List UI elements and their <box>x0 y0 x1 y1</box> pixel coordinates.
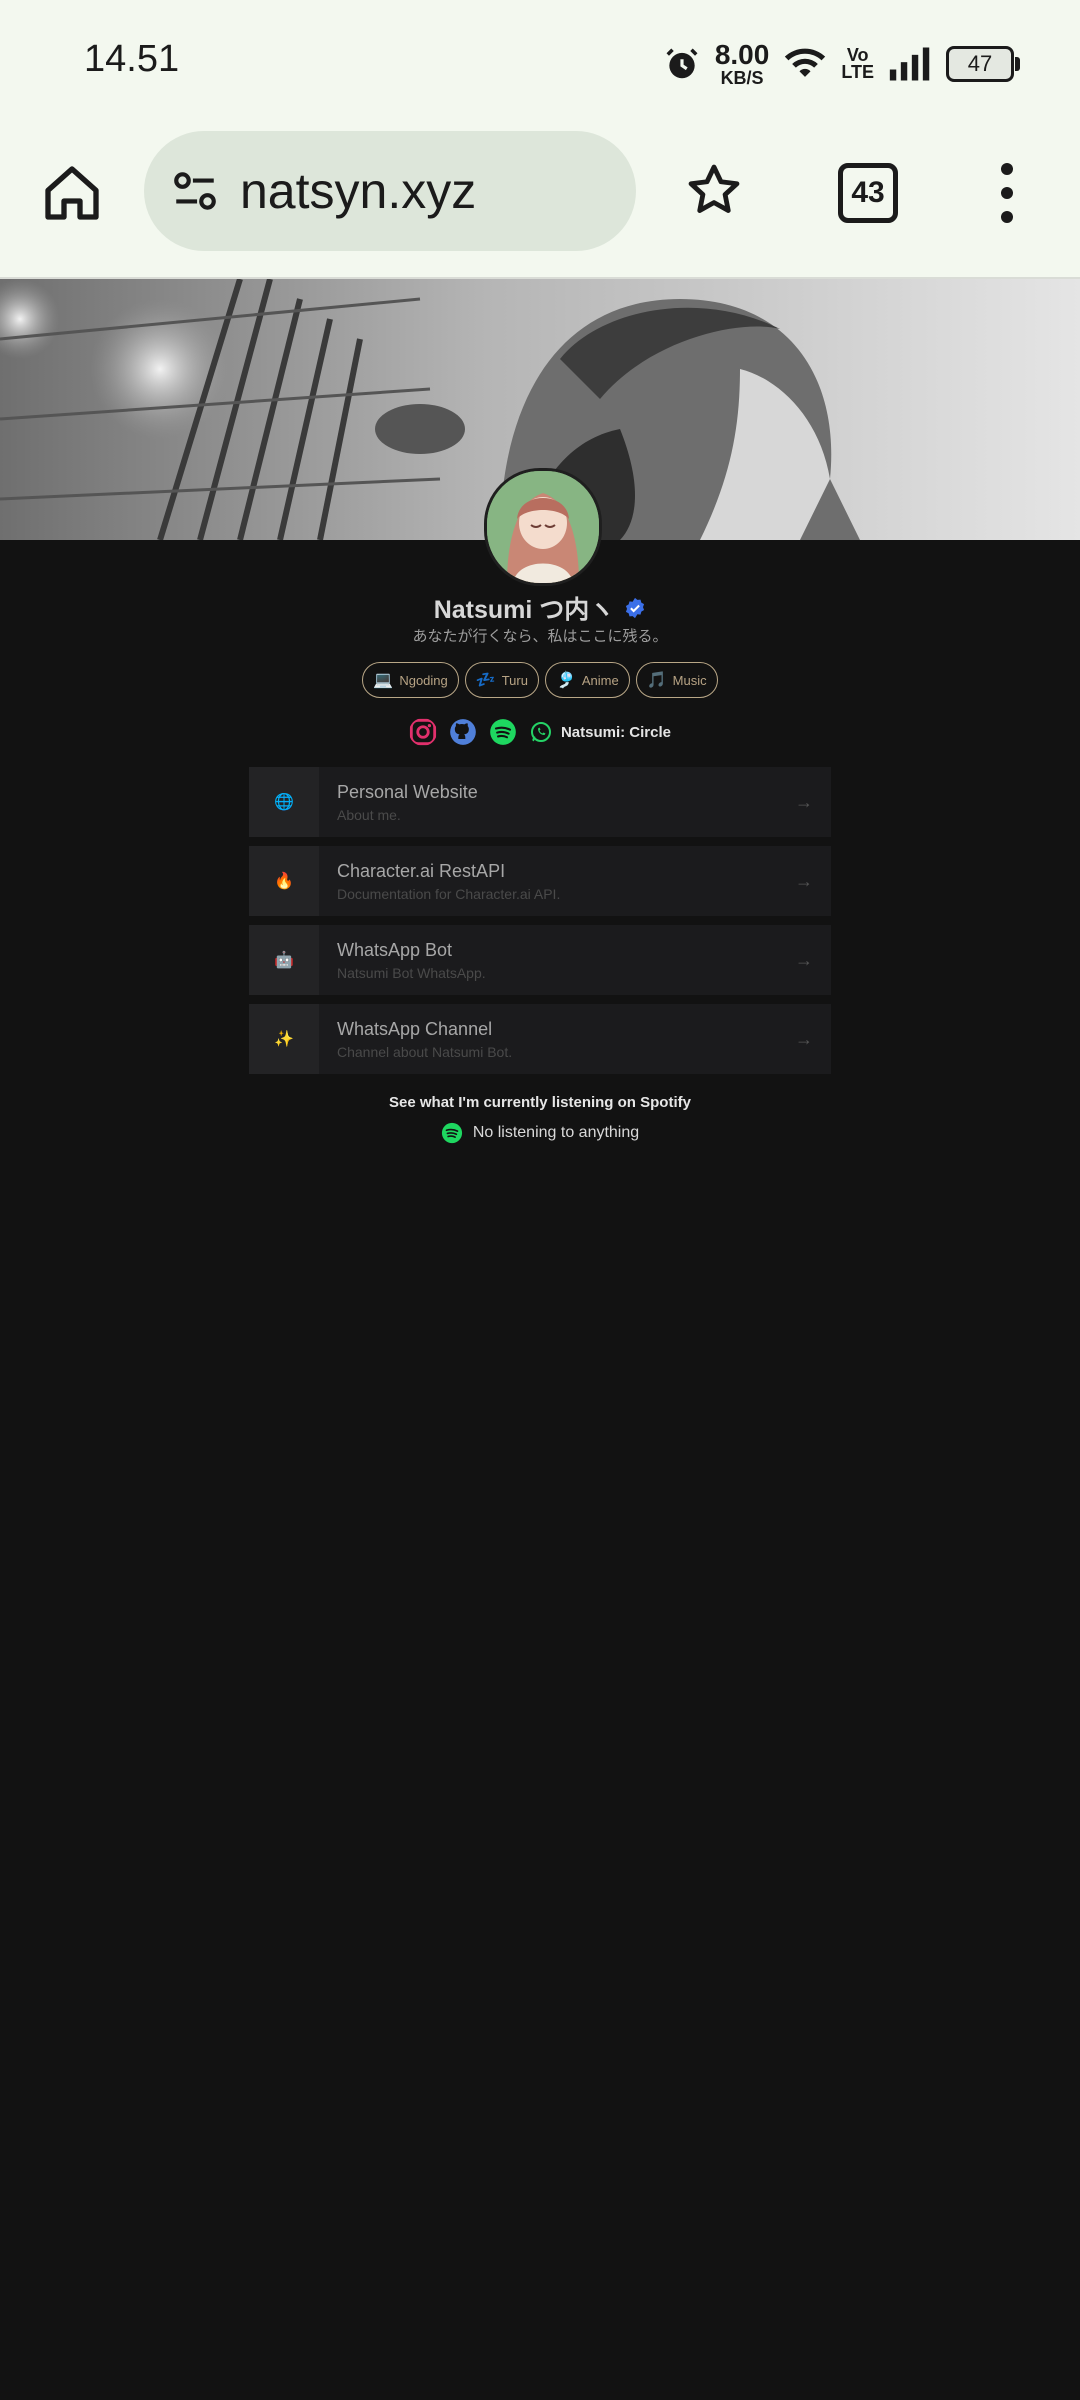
arrow-right-icon: → <box>795 950 813 970</box>
status-icons: 8.00 KB/S Vo LTE 47 <box>663 34 1020 94</box>
net-speed-value: 8.00 <box>714 39 770 70</box>
sparkles-icon: ✨ <box>249 1004 319 1074</box>
tab-switcher-button[interactable]: 43 <box>838 163 898 223</box>
link-whatsapp-channel[interactable]: ✨ WhatsApp Channel Channel about Natsumi… <box>249 1004 831 1074</box>
globe-icon: 🌐 <box>249 767 319 837</box>
wifi-icon <box>785 48 826 77</box>
spotify-icon[interactable] <box>489 718 517 746</box>
status-bar: 14.51 8.00 KB/S Vo LTE 47 <box>0 0 1080 125</box>
wind-chime-icon: 🎐 <box>555 672 576 689</box>
instagram-icon[interactable] <box>409 718 437 746</box>
spotify-heading: See what I'm currently listening on Spot… <box>389 1094 691 1111</box>
github-icon[interactable] <box>449 718 477 746</box>
link-character-ai-restapi[interactable]: 🔥 Character.ai RestAPI Documentation for… <box>249 846 831 916</box>
volte-indicator: Vo LTE <box>841 46 874 82</box>
profile-name: Natsumi つ内ヽ <box>433 596 615 624</box>
tag-turu: 💤 Turu <box>464 662 539 698</box>
tab-count: 43 <box>851 176 885 209</box>
tag-label: Turu <box>501 672 528 688</box>
link-title: Personal Website <box>337 781 478 802</box>
spotify-status: No listening to anything <box>472 1124 640 1141</box>
social-links: Natsumi: Circle <box>0 718 1080 746</box>
bookmark-star-icon[interactable] <box>685 161 743 219</box>
status-time: 14.51 <box>84 38 180 80</box>
profile-bio: あなたが行くなら、私はここに残る。 <box>412 628 668 645</box>
profile-name-row: Natsumi つ内ヽ <box>0 590 1080 626</box>
avatar <box>484 468 602 586</box>
net-speed: 8.00 KB/S <box>714 39 770 88</box>
link-title: WhatsApp Bot <box>337 939 453 960</box>
link-whatsapp-bot[interactable]: 🤖 WhatsApp Bot Natsumi Bot WhatsApp. → <box>249 925 831 995</box>
whatsapp-circle-link[interactable]: Natsumi: Circle <box>561 724 671 741</box>
alarm-icon <box>666 48 698 79</box>
address-bar[interactable]: natsyn.xyz <box>144 131 636 251</box>
home-icon[interactable] <box>40 161 104 225</box>
spotify-icon <box>441 1122 462 1144</box>
battery-level: 47 <box>967 51 993 76</box>
laptop-icon: 💻 <box>373 672 394 689</box>
spotify-now-playing: No listening to anything <box>0 1122 1080 1144</box>
tag-ngoding: 💻 Ngoding <box>362 662 459 698</box>
whatsapp-icon[interactable] <box>529 720 553 744</box>
link-subtitle: Natsumi Bot WhatsApp. <box>337 964 486 981</box>
browser-toolbar: natsyn.xyz 43 <box>0 125 1080 279</box>
arrow-right-icon: → <box>795 871 813 891</box>
link-title: Character.ai RestAPI <box>337 860 506 881</box>
robot-icon: 🤖 <box>249 925 319 995</box>
site-settings-icon[interactable] <box>170 166 220 216</box>
arrow-right-icon: → <box>795 792 813 812</box>
interest-tags: 💻 Ngoding 💤 Turu 🎐 Anime 🎵 Music <box>0 662 1080 698</box>
link-title: WhatsApp Channel <box>337 1018 493 1039</box>
tag-music: 🎵 Music <box>635 662 718 698</box>
url-text[interactable]: natsyn.xyz <box>240 162 476 220</box>
signal-icon <box>889 47 930 81</box>
tag-label: Music <box>672 672 707 688</box>
tag-label: Ngoding <box>399 672 448 688</box>
link-list: 🌐 Personal Website About me. → 🔥 Charact… <box>249 767 831 1083</box>
net-speed-unit: KB/S <box>720 68 764 88</box>
overflow-menu-icon[interactable] <box>995 163 1019 223</box>
link-subtitle: Channel about Natsumi Bot. <box>337 1043 513 1060</box>
volte-bottom: LTE <box>841 62 874 82</box>
arrow-right-icon: → <box>795 1029 813 1049</box>
avatar-image <box>487 471 599 583</box>
tag-label: Anime <box>581 672 619 688</box>
verified-badge-icon <box>626 597 645 619</box>
link-personal-website[interactable]: 🌐 Personal Website About me. → <box>249 767 831 837</box>
tag-anime: 🎐 Anime <box>544 662 630 698</box>
link-subtitle: About me. <box>337 806 401 823</box>
battery-icon: 47 <box>946 46 1020 82</box>
link-subtitle: Documentation for Character.ai API. <box>337 885 561 902</box>
fire-icon: 🔥 <box>249 846 319 916</box>
music-note-icon: 🎵 <box>646 672 667 689</box>
sleep-icon: 💤 <box>475 672 496 689</box>
